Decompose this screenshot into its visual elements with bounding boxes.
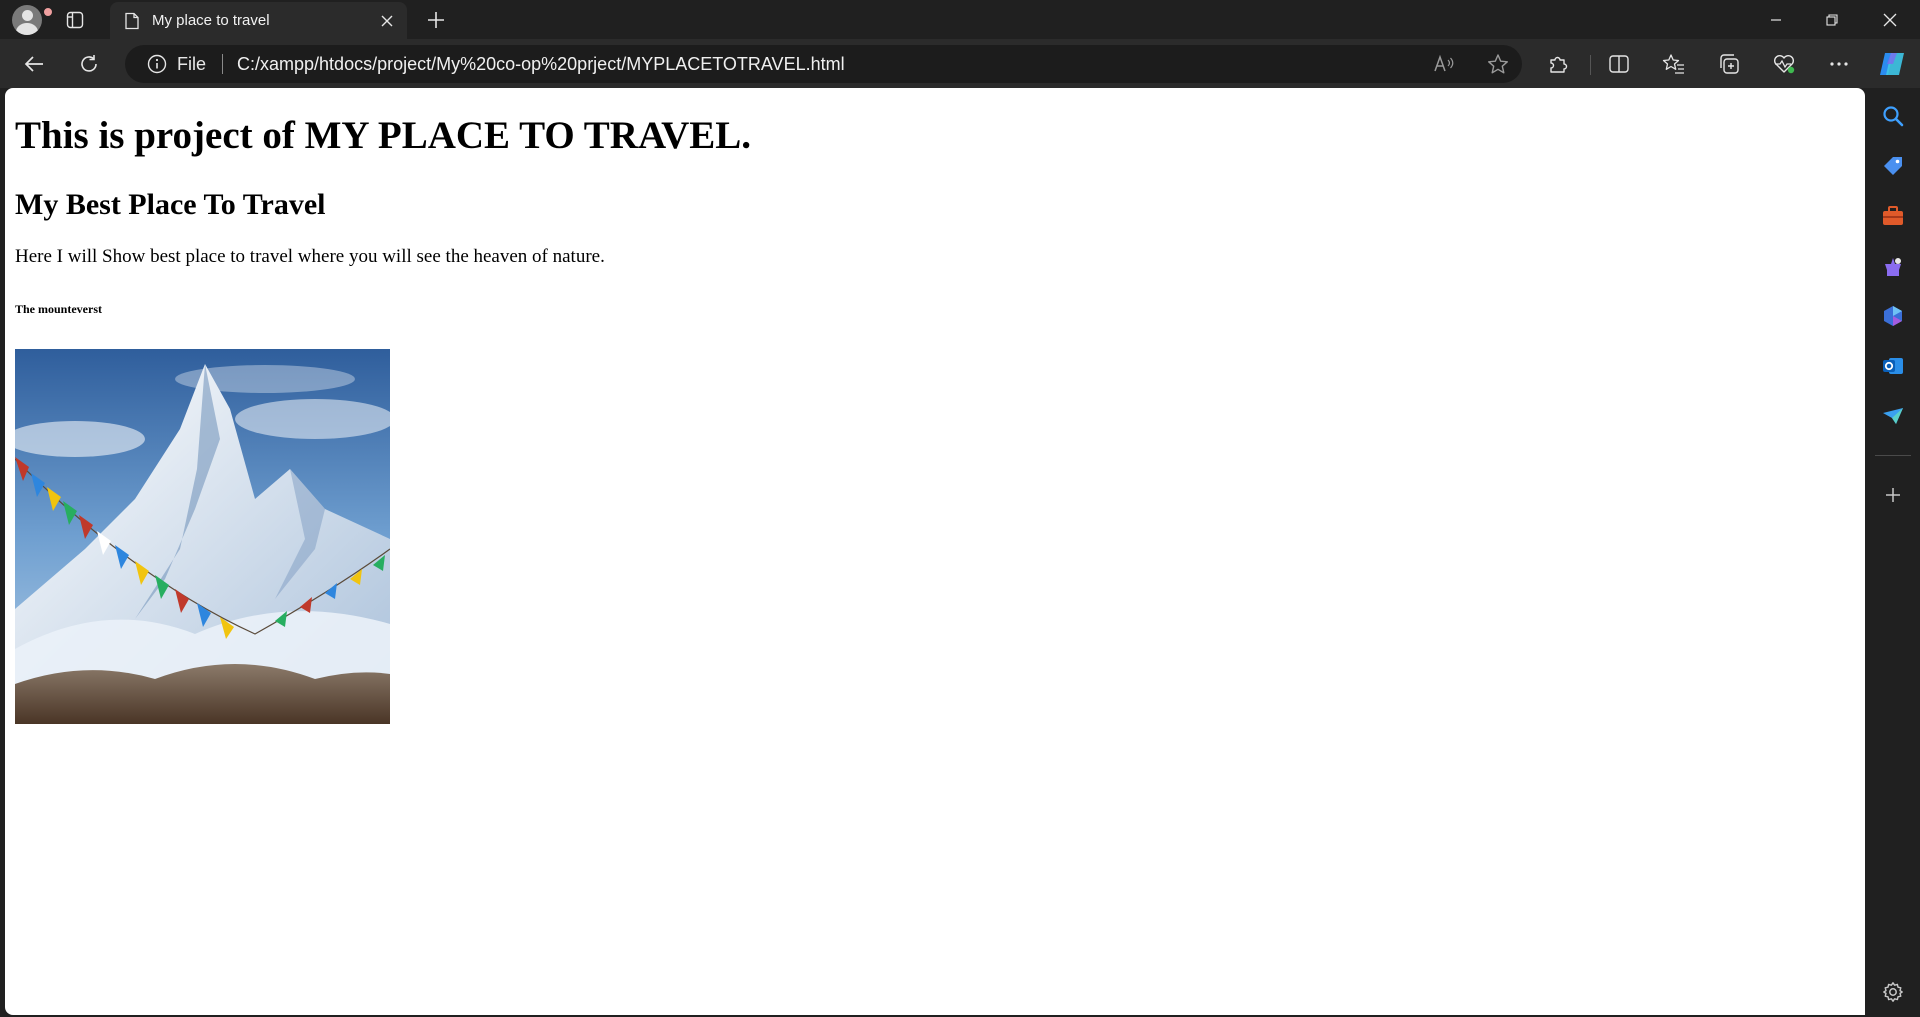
heart-pulse-icon [1774,54,1795,74]
add-icon [1886,488,1900,502]
sidebar-drop-button[interactable] [1878,401,1908,431]
copilot-icon [1884,306,1902,326]
copilot-icon [1880,53,1904,75]
collections-button[interactable] [1711,46,1747,82]
more-button[interactable] [1821,46,1857,82]
mount-everest-image [15,349,390,724]
notification-dot [43,7,53,17]
avatar [12,5,42,35]
browser-essentials-button[interactable] [1766,46,1802,82]
tools-icon [1883,206,1903,225]
site-info-button[interactable]: File [147,54,206,75]
plus-icon [428,12,444,28]
divider [1590,55,1591,75]
divider [222,54,224,74]
restore-button[interactable] [1804,0,1860,39]
new-tab-button[interactable] [420,4,452,36]
divider [1875,455,1911,456]
page-viewport: This is project of MY PLACE TO TRAVEL. M… [5,88,1865,1015]
collections-icon [1720,54,1739,74]
title-bar: My place to travel [0,0,1920,39]
section-heading: My Best Place To Travel [15,188,326,221]
url-text[interactable]: C:/xampp/htdocs/project/My%20co-op%20prj… [237,54,845,75]
split-screen-button[interactable] [1601,46,1637,82]
arrow-left-icon [24,56,43,72]
close-icon [1883,13,1897,26]
profile-button[interactable] [10,4,53,36]
read-aloud-button[interactable] [1430,50,1458,78]
sidebar-tools-button[interactable] [1878,201,1908,231]
intro-paragraph: Here I will Show best place to travel wh… [15,246,605,267]
restore-icon [1826,13,1838,26]
search-icon [1883,106,1904,127]
read-aloud-icon [1434,54,1454,72]
minimize-button[interactable] [1748,0,1804,39]
favorites-button[interactable] [1656,46,1692,82]
tab-active[interactable]: My place to travel [110,2,407,39]
extensions-button[interactable] [1540,46,1576,82]
puzzle-icon [1550,56,1568,73]
sidebar-search-button[interactable] [1878,101,1908,131]
shopping-tag-icon [1884,157,1902,175]
add-favorite-button[interactable] [1484,50,1512,78]
games-icon [1885,258,1901,276]
favorites-icon [1662,54,1684,74]
info-icon [147,54,167,74]
sidebar-add-button[interactable] [1878,480,1908,510]
page-heading: This is project of MY PLACE TO TRAVEL. [15,114,752,157]
back-button[interactable] [16,46,52,82]
tab-actions-button[interactable] [60,4,90,36]
sidebar-outlook-button[interactable] [1878,351,1908,381]
image-caption-heading: The mounteverst [15,302,102,316]
ellipsis-icon [1830,62,1848,66]
close-window-button[interactable] [1862,0,1918,39]
close-icon [381,15,393,26]
outlook-icon [1883,358,1903,374]
scheme-label: File [177,53,207,74]
tab-title: My place to travel [152,12,270,29]
drop-icon [1883,408,1903,424]
sidebar-shopping-button[interactable] [1878,151,1908,181]
edge-sidebar [1866,88,1920,1017]
copilot-button[interactable] [1874,46,1910,82]
page-icon [125,12,139,29]
minimize-icon [1771,18,1781,21]
split-screen-icon [1609,55,1629,73]
sidebar-copilot-button[interactable] [1878,301,1908,331]
sidebar-settings-button[interactable] [1878,977,1908,1007]
navigation-toolbar: File C:/xampp/htdocs/project/My%20co-op%… [0,39,1920,88]
close-tab-button[interactable] [375,9,399,33]
reload-button[interactable] [71,46,107,82]
star-icon [1488,54,1508,74]
address-bar[interactable]: File C:/xampp/htdocs/project/My%20co-op%… [125,45,1522,83]
settings-icon [1883,982,1903,1002]
tab-actions-icon [66,11,84,29]
refresh-icon [81,55,97,72]
sidebar-games-button[interactable] [1878,251,1908,281]
